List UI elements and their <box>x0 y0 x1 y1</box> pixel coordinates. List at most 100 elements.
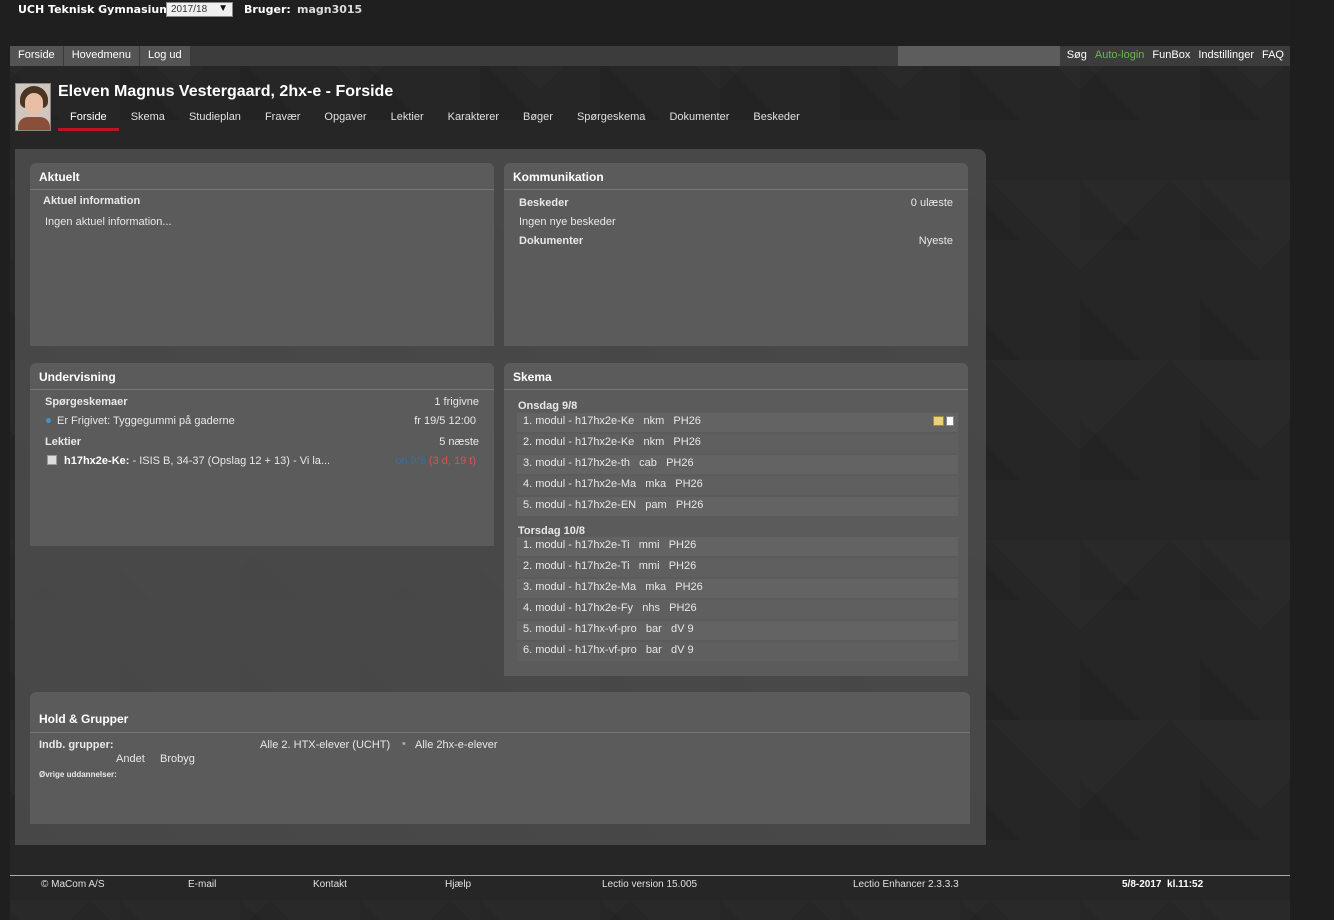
schedule-row-label: 3. modul - h17hx2e-th cab PH26 <box>523 457 694 469</box>
schedule-row[interactable]: 1. modul - h17hx2e-Ti mmi PH26 <box>517 537 958 556</box>
user-label: Bruger: <box>244 3 291 16</box>
kommunikation-title: Kommunikation <box>504 163 968 190</box>
nav-indstillinger[interactable]: Indstillinger <box>1194 46 1258 66</box>
aktuelt-text: Ingen aktuel information... <box>45 216 172 228</box>
tab-beskeder[interactable]: Beskeder <box>741 110 811 131</box>
homework-checkbox[interactable] <box>47 455 57 465</box>
year-select-value: 2017/18 <box>171 4 208 15</box>
utility-menu: Søg Auto-login FunBox Indstillinger FAQ <box>1063 46 1288 66</box>
schedule-row-label: 4. modul - h17hx2e-Ma mka PH26 <box>523 478 703 490</box>
schedule-row[interactable]: 4. modul - h17hx2e-Ma mka PH26 <box>517 476 958 495</box>
tab-bar: Forside Skema Studieplan Fravær Opgaver … <box>58 110 812 131</box>
tab-lektier[interactable]: Lektier <box>379 110 436 131</box>
group-link-1[interactable]: Alle 2. HTX-elever (UCHT) <box>260 739 390 751</box>
tab-skema[interactable]: Skema <box>119 110 177 131</box>
schedule-row-label: 2. modul - h17hx2e-Ke nkm PH26 <box>523 436 701 448</box>
nav-funbox[interactable]: FunBox <box>1148 46 1194 66</box>
homework-due: (3 d, 19 t) <box>428 455 476 467</box>
undervisning-title: Undervisning <box>30 363 494 390</box>
tab-boger[interactable]: Bøger <box>511 110 565 131</box>
group-brobyg[interactable]: Brobyg <box>160 753 195 765</box>
nav-hovedmenu[interactable]: Hovedmenu <box>64 46 141 66</box>
homework-date: on 9/8 (3 d, 19 t) <box>395 455 476 467</box>
nav-sog[interactable]: Søg <box>1063 46 1091 66</box>
kommunikation-panel: Kommunikation Beskeder 0 ulæste Ingen ny… <box>504 163 968 346</box>
nav-faq[interactable]: FAQ <box>1258 46 1288 66</box>
schedule-row-label: 2. modul - h17hx2e-Ti mmi PH26 <box>523 560 697 572</box>
homework-text: - ISIS B, 34-37 (Opslag 12 + 13) - Vi la… <box>129 455 331 467</box>
footer-hjaelp[interactable]: Hjælp <box>445 879 471 890</box>
beskeder-unread-link[interactable]: 0 ulæste <box>911 197 953 209</box>
schedule-row[interactable]: 2. modul - h17hx2e-Ke nkm PH26 <box>517 434 958 453</box>
tab-studieplan[interactable]: Studieplan <box>177 110 253 131</box>
ovrige-label: Øvrige uddannelser: <box>39 770 117 779</box>
survey-item[interactable]: Er Frigivet: Tyggegummi på gaderne <box>46 415 235 427</box>
school-name[interactable]: UCH Teknisk Gymnasium <box>18 3 171 16</box>
aktuelt-subheading: Aktuel information <box>43 195 141 207</box>
main-menu: Forside Hovedmenu Log ud <box>10 46 191 66</box>
footer-enhancer: Lectio Enhancer 2.3.3.3 <box>853 879 959 890</box>
document-icon[interactable] <box>946 416 954 426</box>
schedule-row[interactable]: 5. modul - h17hx2e-EN pam PH26 <box>517 497 958 516</box>
year-select[interactable]: 2017/18 ▼ <box>166 2 233 17</box>
avatar[interactable] <box>15 83 51 131</box>
bullet-icon <box>46 418 51 423</box>
dokumenter-newest-link[interactable]: Nyeste <box>919 235 953 247</box>
lektier-label: Lektier <box>45 436 82 448</box>
tab-fravaer[interactable]: Fravær <box>253 110 312 131</box>
group-andet[interactable]: Andet <box>116 753 145 765</box>
separator-dot: • <box>402 738 406 750</box>
footer: © MaCom A/S E-mail Kontakt Hjælp Lectio … <box>10 879 1290 893</box>
undervisning-panel: Undervisning Spørgeskemaer 1 frigivne Er… <box>30 363 494 546</box>
schedule-row-label: 1. modul - h17hx2e-Ti mmi PH26 <box>523 539 697 551</box>
schedule-row[interactable]: 3. modul - h17hx2e-th cab PH26 <box>517 455 958 474</box>
tab-karakterer[interactable]: Karakterer <box>436 110 511 131</box>
hold-title: Hold & Grupper <box>30 692 970 733</box>
schedule-row[interactable]: 6. modul - h17hx-vf-pro bar dV 9 <box>517 642 958 661</box>
footer-email[interactable]: E-mail <box>188 879 216 890</box>
schedule-row-label: 1. modul - h17hx2e-Ke nkm PH26 <box>523 415 701 427</box>
schedule-row[interactable]: 1. modul - h17hx2e-Ke nkm PH26 <box>517 413 958 432</box>
homework-item[interactable]: h17hx2e-Ke: - ISIS B, 34-37 (Opslag 12 +… <box>47 455 330 467</box>
page-title: Eleven Magnus Vestergaard, 2hx-e - Forsi… <box>58 83 394 100</box>
schedule-row-label: 4. modul - h17hx2e-Fy nhs PH26 <box>523 602 697 614</box>
beskeder-label: Beskeder <box>519 197 569 209</box>
tab-dokumenter[interactable]: Dokumenter <box>657 110 741 131</box>
nav-log-ud[interactable]: Log ud <box>140 46 191 66</box>
top-bar: UCH Teknisk Gymnasium 2017/18 ▼ Bruger: … <box>10 0 1290 46</box>
tab-sporgeskema[interactable]: Spørgeskema <box>565 110 657 131</box>
aktuelt-panel: Aktuelt Aktuel information Ingen aktuel … <box>30 163 494 346</box>
schedule-row[interactable]: 4. modul - h17hx2e-Fy nhs PH26 <box>517 600 958 619</box>
nav-bar: Forside Hovedmenu Log ud Søg Auto-login … <box>10 46 1290 66</box>
beskeder-text: Ingen nye beskeder <box>519 216 616 228</box>
user-name[interactable]: magn3015 <box>297 3 362 16</box>
survey-date: fr 19/5 12:00 <box>414 415 476 427</box>
nav-auto-login[interactable]: Auto-login <box>1091 46 1149 66</box>
chevron-down-icon: ▼ <box>218 3 228 14</box>
footer-kontakt[interactable]: Kontakt <box>313 879 347 890</box>
group-link-2[interactable]: Alle 2hx-e-elever <box>415 739 498 751</box>
lektier-link[interactable]: 5 næste <box>439 436 479 448</box>
tab-forside[interactable]: Forside <box>58 110 119 131</box>
search-input[interactable] <box>898 46 1060 66</box>
dokumenter-label: Dokumenter <box>519 235 584 247</box>
footer-company[interactable]: © MaCom A/S <box>41 879 105 890</box>
footer-version: Lectio version 15.005 <box>602 879 698 890</box>
schedule-row[interactable]: 5. modul - h17hx-vf-pro bar dV 9 <box>517 621 958 640</box>
note-icon[interactable] <box>933 416 944 426</box>
aktuelt-title: Aktuelt <box>30 163 494 190</box>
day-label-torsdag: Torsdag 10/8 <box>518 525 586 537</box>
sporgeskemaer-label: Spørgeskemaer <box>45 396 128 408</box>
schedule-row[interactable]: 2. modul - h17hx2e-Ti mmi PH26 <box>517 558 958 577</box>
homework-course: h17hx2e-Ke: <box>64 455 130 467</box>
schedule-row[interactable]: 3. modul - h17hx2e-Ma mka PH26 <box>517 579 958 598</box>
sporgeskemaer-link[interactable]: 1 frigivne <box>434 396 479 408</box>
schedule-row-label: 6. modul - h17hx-vf-pro bar dV 9 <box>523 644 694 656</box>
hold-panel: Hold & Grupper Indb. grupper: Alle 2. HT… <box>30 692 970 824</box>
footer-datetime: 5/8-2017 kl.11:52 <box>1122 879 1204 890</box>
schedule-row-label: 5. modul - h17hx-vf-pro bar dV 9 <box>523 623 694 635</box>
day-label-onsdag: Onsdag 9/8 <box>518 400 578 412</box>
nav-forside[interactable]: Forside <box>10 46 64 66</box>
tab-opgaver[interactable]: Opgaver <box>312 110 378 131</box>
schedule-row-label: 5. modul - h17hx2e-EN pam PH26 <box>523 499 704 511</box>
